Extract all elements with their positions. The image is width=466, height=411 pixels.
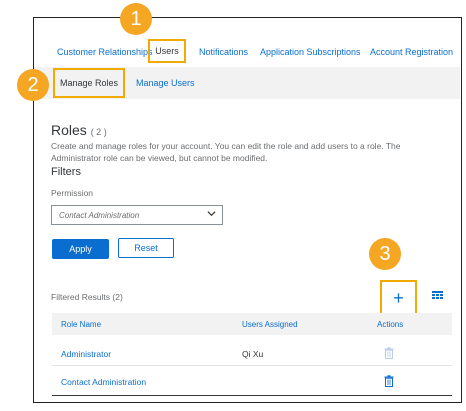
- permission-select[interactable]: Contact Administration: [51, 205, 223, 225]
- table-settings-icon[interactable]: [432, 291, 443, 300]
- role-name-link[interactable]: Contact Administration: [61, 377, 146, 387]
- filtered-results-label: Filtered Results (2): [51, 292, 123, 302]
- subtab-manage-users[interactable]: Manage Users: [136, 78, 195, 88]
- column-header-users-assigned[interactable]: Users Assigned: [242, 320, 298, 329]
- permission-label: Permission: [51, 188, 94, 198]
- chevron-down-icon: [207, 209, 216, 220]
- plus-icon: +: [393, 288, 404, 308]
- permission-select-value: Contact Administration: [59, 210, 140, 220]
- roles-count: ( 2 ): [90, 127, 107, 137]
- column-header-actions: Actions: [377, 320, 404, 329]
- roles-description: Create and manage roles for your account…: [51, 141, 401, 163]
- tab-users[interactable]: Users: [148, 39, 186, 63]
- trash-icon[interactable]: [384, 374, 394, 388]
- step-badge-1: 1: [120, 3, 152, 35]
- step-badge-3: 3: [369, 238, 401, 270]
- tab-application-subscriptions[interactable]: Application Subscriptions: [260, 47, 361, 57]
- users-assigned: Qi Xu: [242, 349, 264, 359]
- page-title: Roles ( 2 ): [51, 122, 107, 138]
- step-badge-2: 2: [17, 69, 49, 101]
- tab-customer-relationships[interactable]: Customer Relationships: [57, 47, 153, 57]
- roles-title: Roles: [51, 122, 87, 138]
- column-header-role-name[interactable]: Role Name: [61, 320, 101, 329]
- row-divider: [52, 365, 452, 366]
- table-bottom-border: [52, 395, 452, 396]
- apply-button[interactable]: Apply: [52, 239, 109, 259]
- subtab-manage-roles[interactable]: Manage Roles: [53, 68, 125, 98]
- tab-account-registration[interactable]: Account Registration: [370, 47, 453, 57]
- filters-heading: Filters: [51, 166, 81, 178]
- trash-icon: [384, 346, 394, 360]
- reset-button[interactable]: Reset: [118, 238, 174, 258]
- add-role-button[interactable]: +: [380, 280, 417, 317]
- tab-notifications[interactable]: Notifications: [199, 47, 248, 57]
- role-name-link[interactable]: Administrator: [61, 349, 111, 359]
